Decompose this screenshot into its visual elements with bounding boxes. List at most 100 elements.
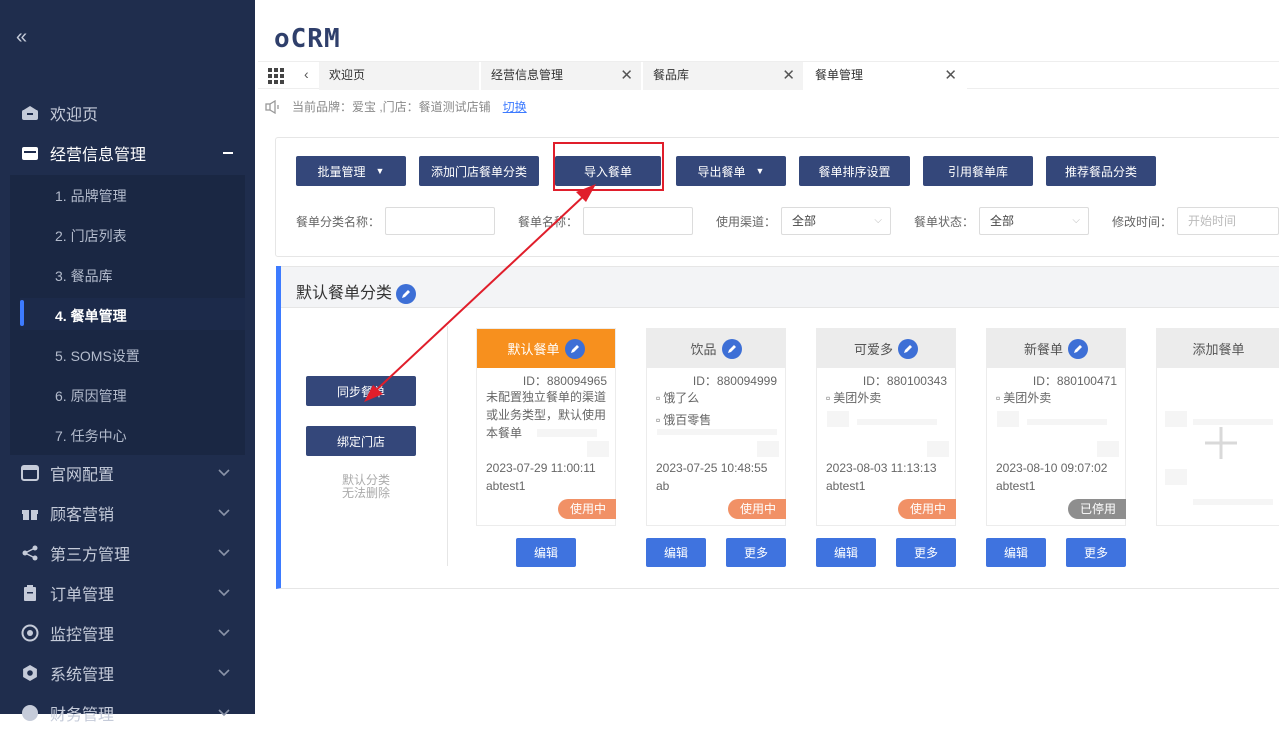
menu-third-party-label: 第三方管理 (50, 547, 131, 564)
status-label: 餐单状态： (914, 215, 975, 229)
chevron-down-icon (218, 709, 230, 717)
menu-orders-label: 订单管理 (50, 587, 115, 604)
grid-menu-icon[interactable] (268, 68, 284, 84)
caret-down-icon: ▼ (755, 166, 765, 176)
submenu-active-highlight (20, 298, 245, 330)
close-icon[interactable]: ✕ (620, 62, 633, 89)
channel-item: ▫ 美团外卖 (826, 389, 954, 407)
chevron-down-icon: ⌵ (874, 215, 882, 226)
edit-icon[interactable] (564, 338, 585, 359)
sync-menu-button[interactable]: 同步餐单 (306, 376, 416, 406)
annotation-highlight-box (553, 142, 664, 191)
menu-name-input[interactable] (583, 207, 693, 235)
chevron-down-icon (218, 509, 230, 517)
card-user: abtest1 (996, 479, 1036, 493)
menu-finance[interactable]: 财务管理 (0, 693, 255, 733)
channel-select[interactable]: 全部 ⌵ (781, 207, 891, 235)
tab-scroll-left-icon[interactable]: ‹ (304, 66, 309, 82)
sidebar-item-dish-library[interactable]: 3. 餐品库 (55, 266, 113, 286)
status-select[interactable]: 全部 ⌵ (979, 207, 1089, 235)
close-icon[interactable]: ✕ (782, 62, 795, 89)
add-menu-title: 添加餐单 (1192, 342, 1245, 357)
submenu-active-indicator (20, 300, 24, 326)
brand-store-text: 当前品牌：爱宝 ,门店：餐道测试店铺 (292, 100, 491, 114)
edit-button[interactable]: 编辑 (646, 538, 706, 567)
section-divider (447, 326, 448, 566)
note-line-2: 无法删除 (341, 486, 390, 500)
close-icon[interactable]: ✕ (944, 62, 957, 89)
menu-monitoring[interactable]: 监控管理 (0, 613, 255, 653)
tab-menu-management[interactable]: 餐单管理 ✕ (805, 62, 967, 90)
menu-marketing[interactable]: 顾客营销 (0, 493, 255, 533)
menu-welcome[interactable]: 欢迎页 (0, 93, 255, 133)
menu-system[interactable]: 系统管理 (0, 653, 255, 693)
card-header: 添加餐单 (1157, 329, 1279, 368)
finance-icon (21, 704, 39, 722)
category-name-label: 餐单分类名称： (296, 215, 381, 229)
category-name-input[interactable] (385, 207, 495, 235)
edit-icon[interactable] (721, 338, 742, 359)
edit-icon[interactable] (1068, 338, 1088, 359)
collapse-minus-icon (223, 152, 233, 154)
sidebar-item-soms[interactable]: 5. SOMS设置 (55, 346, 140, 366)
batch-manage-button[interactable]: 批量管理 ▼ (296, 156, 406, 186)
menu-business-info[interactable]: 经营信息管理 (0, 133, 255, 173)
sidebar-item-stores[interactable]: 2. 门店列表 (55, 226, 127, 246)
brand-info-line: 当前品牌：爱宝 ,门店：餐道测试店铺 切换 (265, 98, 527, 115)
bind-store-button[interactable]: 绑定门店 (306, 426, 416, 456)
menu-card-cornetto[interactable]: 可爱多 ID：880100343 ▫ 美团外卖 2023-08-03 11:13:… (816, 328, 956, 526)
tab-welcome[interactable]: 欢迎页 (319, 62, 481, 90)
channel-text: 美团外卖 (833, 391, 882, 405)
window-icon (21, 464, 39, 482)
collapse-sidebar-icon[interactable]: « (16, 26, 27, 49)
card-channels: ▫ 美团外卖 (996, 389, 1124, 407)
edit-button[interactable]: 编辑 (816, 538, 876, 567)
card-title: 可爱多 (853, 342, 893, 357)
status-badge: 已停用 (1067, 499, 1126, 519)
card-title: 饮品 (690, 342, 717, 357)
placeholder-shape (757, 441, 779, 457)
placeholder-shape (587, 441, 609, 457)
edit-category-icon[interactable] (396, 283, 417, 304)
sidebar-item-brand[interactable]: 1. 品牌管理 (55, 186, 127, 206)
menu-name-label: 餐单名称： (518, 215, 579, 229)
add-category-button[interactable]: 添加门店餐单分类 (419, 156, 539, 186)
card-channels: ▫ 美团外卖 (826, 389, 954, 407)
bullet: ▫ (656, 391, 661, 405)
quote-library-button[interactable]: 引用餐单库 (923, 156, 1033, 186)
plus-icon[interactable] (1205, 427, 1237, 459)
tab-dish-library-label: 餐品库 (653, 68, 690, 82)
sidebar-item-reasons[interactable]: 6. 原因管理 (55, 386, 127, 406)
edit-button[interactable]: 编辑 (986, 538, 1046, 567)
card-channels: ▫ 饿了么 ▫ 饿百零售 (656, 389, 784, 429)
tab-business-info[interactable]: 经营信息管理 ✕ (481, 62, 643, 90)
menu-card-drinks[interactable]: 饮品 ID：880094999 ▫ 饿了么 ▫ 饿百零售 2023-07-25 10… (646, 328, 786, 526)
menu-card-default[interactable]: 默认餐单 ID：880094965 未配置独立餐单的渠道或业务类型，默认使用本餐… (476, 328, 616, 526)
more-button[interactable]: 更多 (896, 538, 956, 567)
category-title-text: 默认餐单分类 (296, 285, 393, 302)
add-menu-card[interactable]: 添加餐单 (1156, 328, 1279, 526)
edit-icon[interactable] (898, 338, 918, 359)
menu-third-party[interactable]: 第三方管理 (0, 533, 255, 573)
channel-label: 使用渠道： (716, 215, 777, 229)
more-button[interactable]: 更多 (1066, 538, 1126, 567)
start-time-input[interactable]: 开始时间 (1177, 207, 1279, 235)
switch-link[interactable]: 切换 (503, 98, 527, 115)
tab-menu-management-label: 餐单管理 (815, 68, 864, 82)
tab-dish-library[interactable]: 餐品库 ✕ (643, 62, 805, 90)
sidebar-item-menu-management[interactable]: 4. 餐单管理 (55, 306, 127, 326)
sort-settings-button[interactable]: 餐单排序设置 (799, 156, 910, 186)
sidebar-item-task-center[interactable]: 7. 任务中心 (55, 426, 127, 446)
menu-website[interactable]: 官网配置 (0, 453, 255, 493)
status-badge: 使用中 (727, 499, 786, 519)
recommend-category-button[interactable]: 推荐餐品分类 (1046, 156, 1156, 186)
placeholder-shape (1193, 499, 1273, 505)
edit-button[interactable]: 编辑 (516, 538, 576, 567)
menu-orders[interactable]: 订单管理 (0, 573, 255, 613)
export-menu-button[interactable]: 导出餐单 ▼ (676, 156, 786, 186)
menu-card-new[interactable]: 新餐单 ID：880100471 ▫ 美团外卖 2023-08-10 09:07:… (986, 328, 1126, 526)
card-id: ID：880100343 (862, 374, 947, 388)
store-icon (21, 144, 39, 162)
filter-panel (275, 137, 1279, 257)
more-button[interactable]: 更多 (726, 538, 786, 567)
